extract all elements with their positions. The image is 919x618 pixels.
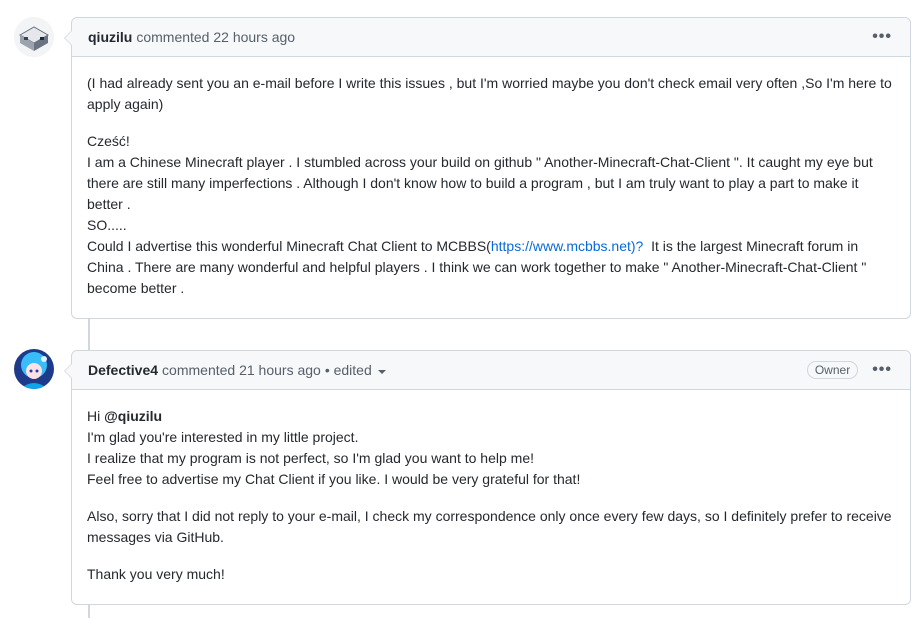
kebab-horizontal-icon[interactable]: •••: [870, 362, 894, 378]
comment-line: Could I advertise this wonderful Minecra…: [87, 236, 894, 299]
comment-line: Cześć!: [87, 133, 130, 149]
comment-timestamp[interactable]: commented 21 hours ago: [162, 362, 321, 378]
comment-defective4: Defective4 commented 21 hours ago • edit…: [64, 350, 911, 605]
comment-line: SO.....: [87, 217, 127, 233]
triangle-down-icon: [377, 369, 386, 374]
avatar-image: [14, 349, 54, 389]
comment-header: qiuzilu commented 22 hours ago •••: [72, 18, 910, 57]
comment-body: Hi @qiuzilu I'm glad you're interested i…: [72, 390, 910, 609]
comment-header: Defective4 commented 21 hours ago • edit…: [72, 351, 910, 390]
comment-paragraph: Hi @qiuzilu I'm glad you're interested i…: [87, 406, 894, 490]
comment-line: I am a Chinese Minecraft player . I stum…: [87, 154, 873, 212]
comment-qiuzilu: qiuzilu commented 22 hours ago ••• (I ha…: [64, 17, 911, 319]
comment-line: I'm glad you're interested in my little …: [87, 429, 359, 445]
comment-paragraph: Thank you very much!: [87, 566, 225, 582]
comment-timestamp[interactable]: commented 22 hours ago: [136, 29, 295, 45]
comment-author[interactable]: Defective4: [88, 362, 158, 378]
comment-author[interactable]: qiuzilu: [88, 29, 132, 45]
edited-label: • edited: [324, 362, 372, 378]
comment-body: (I had already sent you an e-mail before…: [72, 57, 910, 323]
comment-paragraph: Cześć! I am a Chinese Minecraft player .…: [87, 131, 894, 299]
avatar-image: [14, 17, 54, 57]
avatar-defective4[interactable]: [14, 349, 54, 389]
comment-line: I realize that my program is not perfect…: [87, 450, 534, 466]
owner-badge: Owner: [806, 361, 859, 379]
user-mention[interactable]: @qiuzilu: [104, 408, 162, 424]
edited-dropdown[interactable]: • edited: [325, 362, 386, 378]
kebab-horizontal-icon[interactable]: •••: [870, 29, 894, 45]
greeting: Hi: [87, 408, 105, 424]
comment-line: Hi @qiuzilu: [87, 406, 894, 427]
comment-line: Feel free to advertise my Chat Client if…: [87, 471, 581, 487]
mcbbs-link[interactable]: https://www.mcbbs.net)?: [491, 238, 644, 254]
comment-paragraph: (I had already sent you an e-mail before…: [87, 75, 892, 112]
avatar-qiuzilu[interactable]: [14, 17, 54, 57]
comment-paragraph: Also, sorry that I did not reply to your…: [87, 508, 892, 545]
ask-prefix: Could I advertise this wonderful Minecra…: [87, 238, 491, 254]
